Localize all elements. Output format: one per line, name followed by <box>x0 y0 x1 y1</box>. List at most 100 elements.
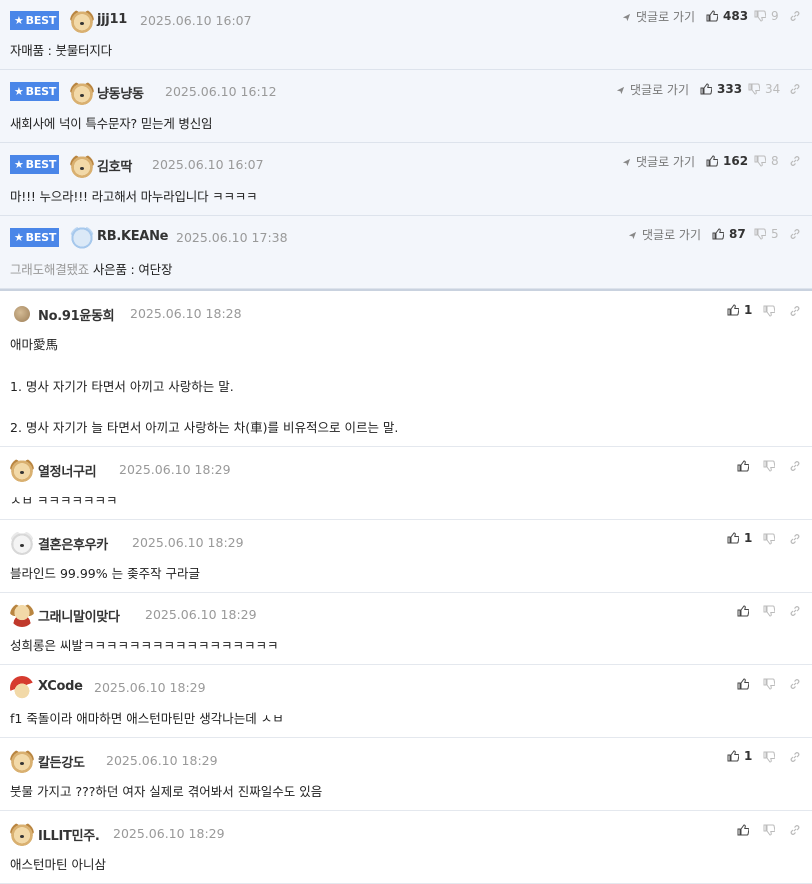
send-icon <box>616 86 625 95</box>
link-icon[interactable] <box>789 751 801 763</box>
like-button[interactable]: 1 <box>727 303 752 317</box>
comment-author[interactable]: 칼든강도 <box>38 752 85 771</box>
quoted-text: 그래도해결됐죠 <box>10 262 90 277</box>
best-badge: ★ BEST <box>10 228 59 247</box>
red-dog-icon <box>10 603 34 627</box>
white-dog-icon <box>10 531 34 555</box>
send-icon <box>622 13 631 22</box>
thumbs-down-icon[interactable] <box>763 678 775 690</box>
comment-author[interactable]: ILLIT민주. <box>38 825 100 844</box>
comment-date: 2025.06.10 18:29 <box>145 607 257 622</box>
comment-author[interactable]: 그래니말이맞다 <box>38 606 120 625</box>
comment: 결혼은후우카 2025.06.10 18:29 1 블라인드 99.99% 는 … <box>0 520 812 593</box>
best-comment: ★ BEST jjj11 2025.06.10 16:07 댓글로 가기 483 … <box>0 0 812 70</box>
thumbs-down-icon <box>754 228 766 240</box>
star-icon: ★ <box>14 85 24 98</box>
santa-dog-icon <box>10 676 34 700</box>
comment-text: 애스턴마틴 아니삼 <box>10 857 106 872</box>
thumbs-down-icon[interactable] <box>763 605 775 617</box>
thumbs-up-icon[interactable] <box>737 460 749 472</box>
link-icon[interactable] <box>789 228 801 240</box>
best-comment: ★ BEST RB.KEANe 2025.06.10 17:38 댓글로 가기 8… <box>0 216 812 289</box>
thumbs-down-icon[interactable] <box>763 533 775 545</box>
comment-text: 1. 명사 자기가 타면서 아끼고 사랑하는 말. <box>10 379 234 394</box>
comment-date: 2025.06.10 18:29 <box>132 535 244 550</box>
send-icon <box>622 158 631 167</box>
like-button[interactable]: 333 <box>700 82 742 96</box>
comment-author[interactable]: 냥동냥동 <box>97 83 144 102</box>
dog-icon <box>10 822 34 846</box>
reply-link[interactable]: 댓글로 가기 <box>622 8 695 25</box>
link-icon[interactable] <box>789 305 801 317</box>
comment-author[interactable]: RB.KEANe <box>97 229 168 244</box>
comment-author[interactable]: 열정너구리 <box>38 461 97 480</box>
thumbs-down-icon[interactable] <box>763 751 775 763</box>
comment-date: 2025.06.10 16:07 <box>152 157 264 172</box>
comment-text: 블라인드 99.99% 는 좆주작 구라글 <box>10 566 201 581</box>
comment-date: 2025.06.10 16:07 <box>140 13 252 28</box>
comment-author[interactable]: jjj11 <box>97 12 127 27</box>
best-badge: ★ BEST <box>10 155 59 174</box>
thumbs-up-icon[interactable] <box>737 605 749 617</box>
thumbs-up-icon <box>727 532 739 544</box>
thumbs-up-icon <box>700 83 712 95</box>
comment-date: 2025.06.10 17:38 <box>176 230 288 245</box>
thumbs-up-icon[interactable] <box>737 824 749 836</box>
dog-icon <box>70 154 94 178</box>
like-button[interactable]: 1 <box>727 749 752 763</box>
comment-text: f1 죽돌이라 애마하면 애스턴마틴만 생각나는데 ㅅㅂ <box>10 711 284 726</box>
star-icon: ★ <box>14 158 24 171</box>
thumbs-up-icon <box>706 10 718 22</box>
thumbs-down-icon[interactable] <box>763 824 775 836</box>
thumbs-up-icon[interactable] <box>737 678 749 690</box>
comment-text: 성희롱은 씨발ㅋㅋㅋㅋㅋㅋㅋㅋㅋㅋㅋㅋㅋㅋㅋㅋㅋ <box>10 638 279 653</box>
reply-link[interactable]: 댓글로 가기 <box>616 81 689 98</box>
comment-text: 그래도해결됐죠 사은품 : 여단장 <box>10 262 173 277</box>
dog-icon <box>10 749 34 773</box>
thumbs-down-icon[interactable] <box>763 460 775 472</box>
reply-link[interactable]: 댓글로 가기 <box>628 226 701 243</box>
comment: No.91윤동희 2025.06.10 18:28 1 애마愛馬 1. 명사 자… <box>0 291 812 447</box>
dog-icon <box>10 458 34 482</box>
comment-author[interactable]: XCode <box>38 679 83 694</box>
link-icon[interactable] <box>789 155 801 167</box>
send-icon <box>628 231 637 240</box>
comment-author[interactable]: 김호딱 <box>97 156 132 175</box>
dislike-button[interactable]: 5 <box>754 227 779 241</box>
like-button[interactable]: 483 <box>706 9 748 23</box>
like-button[interactable]: 162 <box>706 154 748 168</box>
like-button[interactable]: 1 <box>727 531 752 545</box>
link-icon[interactable] <box>789 678 801 690</box>
dislike-button[interactable]: 34 <box>748 82 780 96</box>
link-icon[interactable] <box>789 824 801 836</box>
link-icon[interactable] <box>789 605 801 617</box>
best-comment: ★ BEST 냥동냥동 2025.06.10 16:12 댓글로 가기 333 3… <box>0 70 812 143</box>
comment-author[interactable]: 결혼은후우카 <box>38 534 108 553</box>
link-icon[interactable] <box>789 10 801 22</box>
thumbs-up-icon <box>706 155 718 167</box>
comment-text: ㅅㅂ ㅋㅋㅋㅋㅋㅋㅋ <box>10 493 118 508</box>
thumbs-down-icon <box>754 155 766 167</box>
thumbs-down-icon[interactable] <box>763 305 775 317</box>
comment-text: 애마愛馬 <box>10 337 59 352</box>
reply-link[interactable]: 댓글로 가기 <box>622 153 695 170</box>
dislike-button[interactable]: 8 <box>754 154 779 168</box>
comment-text: 자매품 : 붓물터지다 <box>10 43 112 58</box>
thumbs-up-icon <box>727 304 739 316</box>
link-icon[interactable] <box>789 83 801 95</box>
link-icon[interactable] <box>789 460 801 472</box>
best-comment: ★ BEST 김호딱 2025.06.10 16:07 댓글로 가기 162 8 … <box>0 143 812 216</box>
comment-date: 2025.06.10 18:29 <box>113 826 225 841</box>
dog-icon <box>70 81 94 105</box>
dislike-button[interactable]: 9 <box>754 9 779 23</box>
comment-text: 새회사에 넉이 특수문자? 믿는게 병신임 <box>10 116 213 131</box>
comment-text: 붓물 가지고 ???하던 여자 실제로 겪어봐서 진짜일수도 있음 <box>10 784 323 799</box>
comment-date: 2025.06.10 16:12 <box>165 84 277 99</box>
like-button[interactable]: 87 <box>712 227 746 241</box>
comment: 칼든강도 2025.06.10 18:29 1 붓물 가지고 ???하던 여자 … <box>0 738 812 811</box>
comment-text: 마!!! 누으라!!! 라고해서 마누라입니다 ㅋㅋㅋㅋ <box>10 189 258 204</box>
comment-text: 2. 명사 자기가 늘 타면서 아끼고 사랑하는 차(車)를 비유적으로 이르는… <box>10 420 399 435</box>
thumbs-up-icon <box>712 228 724 240</box>
link-icon[interactable] <box>789 533 801 545</box>
comment-author[interactable]: No.91윤동희 <box>38 305 115 324</box>
